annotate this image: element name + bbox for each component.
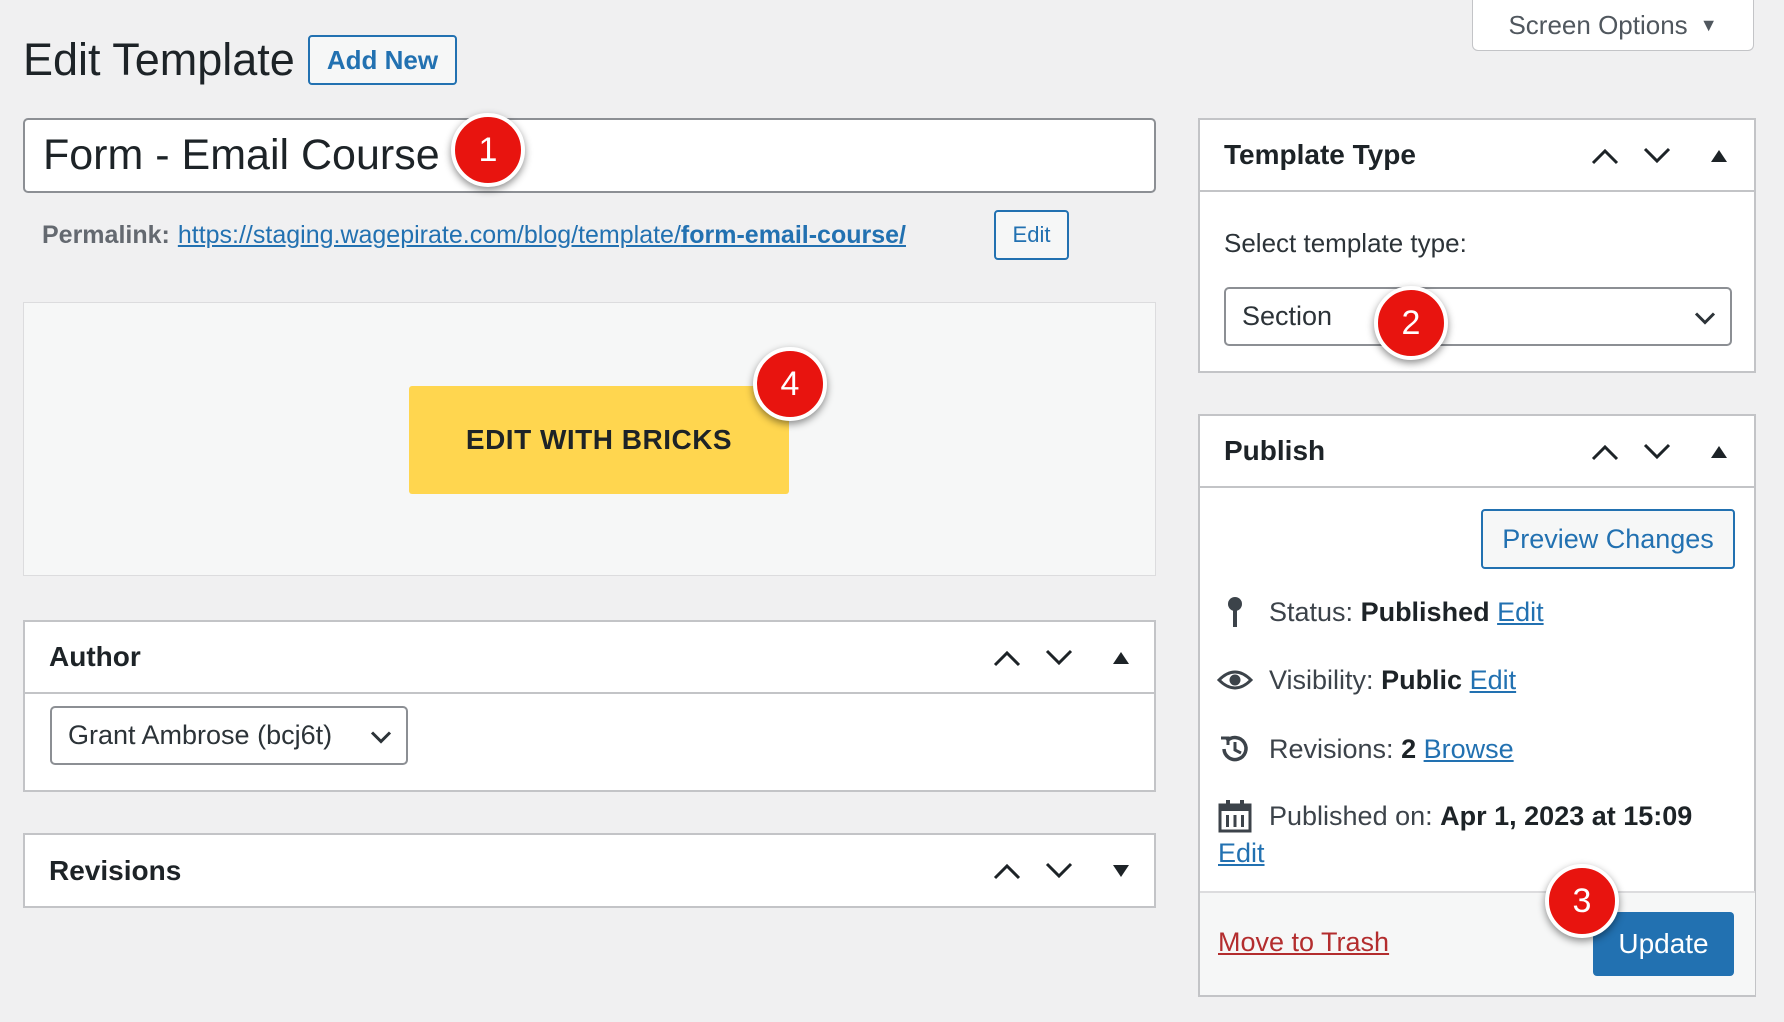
author-box-header: Author <box>25 622 1154 694</box>
status-row: Status: Published Edit <box>1217 592 1544 632</box>
published-on-text: Published on: Apr 1, 2023 at 15:09 <box>1269 801 1692 832</box>
move-down-icon[interactable] <box>1039 622 1079 694</box>
permalink-slug: form-email-course/ <box>680 220 906 249</box>
expand-toggle-icon[interactable] <box>1101 835 1141 906</box>
revisions-label: Revisions: <box>1269 733 1394 764</box>
visibility-row: Visibility: Public Edit <box>1217 660 1516 700</box>
author-selected-value: Grant Ambrose (bcj6t) <box>68 720 333 750</box>
eye-icon <box>1217 668 1253 692</box>
collapse-toggle-icon[interactable] <box>1699 416 1739 488</box>
author-box-title: Author <box>49 641 141 672</box>
annotation-badge-3: 3 <box>1545 864 1619 938</box>
permalink-edit-button[interactable]: Edit <box>994 210 1069 260</box>
page-title: Edit Template <box>23 34 295 85</box>
visibility-text: Visibility: Public Edit <box>1269 665 1516 696</box>
permalink-link[interactable]: https://staging.wagepirate.com/blog/temp… <box>178 221 906 250</box>
permalink-base: https://staging.wagepirate.com/blog/temp… <box>177 220 681 249</box>
author-select[interactable]: Grant Ambrose (bcj6t) <box>50 706 408 765</box>
collapse-toggle-icon[interactable] <box>1101 622 1141 694</box>
status-label: Status: <box>1269 596 1354 627</box>
move-up-icon[interactable] <box>1585 416 1625 488</box>
add-new-button[interactable]: Add New <box>308 35 457 85</box>
status-edit-link[interactable]: Edit <box>1497 597 1544 627</box>
calendar-icon <box>1217 799 1253 833</box>
status-value: Published <box>1360 596 1490 627</box>
revisions-browse-link[interactable]: Browse <box>1424 734 1514 764</box>
move-to-trash-link[interactable]: Move to Trash <box>1218 927 1389 958</box>
update-button[interactable]: Update <box>1593 912 1734 976</box>
publish-box-title: Publish <box>1224 435 1326 466</box>
published-on-value: Apr 1, 2023 at 15:09 <box>1440 800 1693 831</box>
revisions-box: Revisions <box>23 833 1156 908</box>
template-title-input[interactable]: Form - Email Course <box>23 118 1156 193</box>
chevron-down-icon <box>1694 301 1716 332</box>
template-type-selected-value: Section <box>1242 301 1333 331</box>
template-type-select[interactable]: Section <box>1224 287 1732 346</box>
revisions-box-title: Revisions <box>49 854 182 886</box>
template-title-value: Form - Email Course <box>43 131 440 179</box>
revisions-row: Revisions: 2 Browse <box>1217 729 1514 769</box>
preview-changes-button[interactable]: Preview Changes <box>1481 509 1735 569</box>
move-down-icon[interactable] <box>1039 835 1079 906</box>
move-up-icon[interactable] <box>987 835 1027 906</box>
status-text: Status: Published Edit <box>1269 597 1544 628</box>
annotation-badge-1: 1 <box>451 113 525 187</box>
revisions-box-header: Revisions <box>25 835 1154 906</box>
move-down-icon[interactable] <box>1637 120 1677 192</box>
template-type-prompt: Select template type: <box>1224 228 1467 258</box>
chevron-down-icon <box>370 720 392 751</box>
move-down-icon[interactable] <box>1637 416 1677 488</box>
move-up-icon[interactable] <box>987 622 1027 694</box>
annotation-badge-4: 4 <box>753 347 827 421</box>
template-type-box-title: Template Type <box>1224 139 1416 170</box>
screen-options-button[interactable]: Screen Options ▼ <box>1472 0 1754 51</box>
annotation-badge-2: 2 <box>1374 286 1448 360</box>
visibility-value: Public <box>1381 664 1463 695</box>
history-icon <box>1217 732 1253 766</box>
permalink: Permalink: https://staging.wagepirate.co… <box>42 218 906 252</box>
published-on-label: Published on: <box>1269 800 1433 831</box>
permalink-label: Permalink: <box>42 220 170 249</box>
visibility-edit-link[interactable]: Edit <box>1470 665 1517 695</box>
move-up-icon[interactable] <box>1585 120 1625 192</box>
screen-options-label: Screen Options <box>1508 9 1688 40</box>
revisions-text: Revisions: 2 Browse <box>1269 734 1514 765</box>
revisions-count: 2 <box>1401 733 1417 764</box>
edit-with-bricks-button[interactable]: EDIT WITH BRICKS <box>409 386 789 494</box>
visibility-label: Visibility: <box>1269 664 1374 695</box>
caret-down-icon: ▼ <box>1699 14 1718 35</box>
published-on-row: Published on: Apr 1, 2023 at 15:09 <box>1217 796 1692 836</box>
published-on-edit-link[interactable]: Edit <box>1218 838 1265 869</box>
pin-icon <box>1217 595 1253 629</box>
collapse-toggle-icon[interactable] <box>1699 120 1739 192</box>
